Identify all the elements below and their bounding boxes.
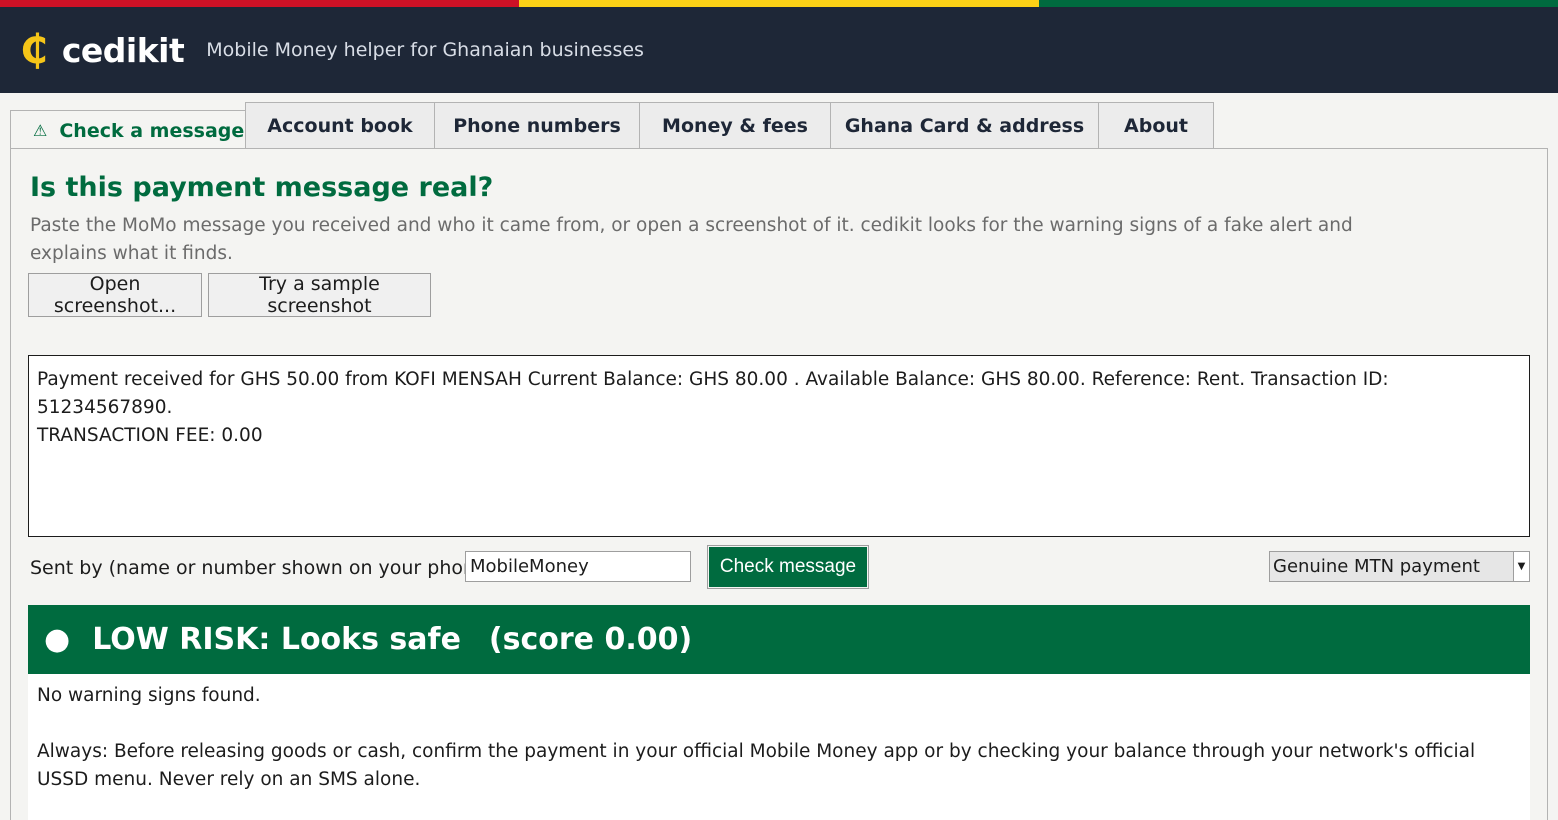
- risk-label: LOW RISK: Looks safe: [92, 622, 461, 657]
- ghana-flag-stripe: [0, 0, 1558, 7]
- open-screenshot-button[interactable]: Open screenshot...: [28, 273, 202, 317]
- app-tagline: Mobile Money helper for Ghanaian busines…: [206, 39, 644, 61]
- risk-dot-icon: ●: [44, 622, 71, 657]
- flag-red-stripe: [0, 0, 520, 7]
- tab-label: About: [1124, 115, 1188, 137]
- warning-icon: ⚠: [33, 121, 48, 140]
- check-message-button[interactable]: Check message: [707, 545, 869, 589]
- tab-money-fees[interactable]: Money & fees: [639, 102, 831, 149]
- dropdown-arrow-icon[interactable]: ▼: [1513, 552, 1529, 581]
- result-finding: No warning signs found.: [37, 685, 261, 706]
- risk-result-banner: ● LOW RISK: Looks safe (score 0.00): [28, 605, 1530, 674]
- tab-about[interactable]: About: [1098, 102, 1214, 149]
- tab-label: Money & fees: [662, 115, 808, 137]
- app-header: ₵ cedikit Mobile Money helper for Ghanai…: [0, 7, 1558, 93]
- flag-green-stripe: [1038, 0, 1558, 7]
- tab-label: Account book: [267, 115, 413, 137]
- tab-account-book[interactable]: Account book: [245, 102, 435, 149]
- tab-ghana-card-address[interactable]: Ghana Card & address: [830, 102, 1099, 149]
- tab-label: Ghana Card & address: [844, 115, 1085, 137]
- tab-bar: ⚠ Check a message Account book Phone num…: [10, 101, 1214, 150]
- tab-phone-numbers[interactable]: Phone numbers: [434, 102, 640, 149]
- tab-label: Phone numbers: [453, 115, 621, 137]
- sample-screenshot-button[interactable]: Try a sample screenshot: [208, 273, 431, 317]
- tab-check-message[interactable]: ⚠ Check a message: [10, 110, 246, 150]
- page-description: Paste the MoMo message you received and …: [30, 215, 1353, 264]
- sample-select[interactable]: Genuine MTN payment ▼: [1269, 551, 1530, 582]
- tab-label: Check a message: [59, 119, 245, 142]
- result-advice: Always: Before releasing goods or cash, …: [37, 741, 1476, 790]
- sender-input[interactable]: [465, 551, 691, 582]
- sender-label: Sent by (name or number shown on your ph…: [30, 557, 501, 579]
- result-details: No warning signs found. Always: Before r…: [28, 674, 1530, 820]
- page-title: Is this payment message real?: [30, 172, 494, 203]
- risk-score: (score 0.00): [488, 622, 693, 657]
- sample-select-value: Genuine MTN payment: [1273, 556, 1480, 577]
- message-textarea[interactable]: Payment received for GHS 50.00 from KOFI…: [28, 355, 1530, 537]
- cedi-logo-icon: ₵: [20, 27, 48, 73]
- app-brand: cedikit: [61, 30, 185, 70]
- flag-gold-stripe: [519, 0, 1039, 7]
